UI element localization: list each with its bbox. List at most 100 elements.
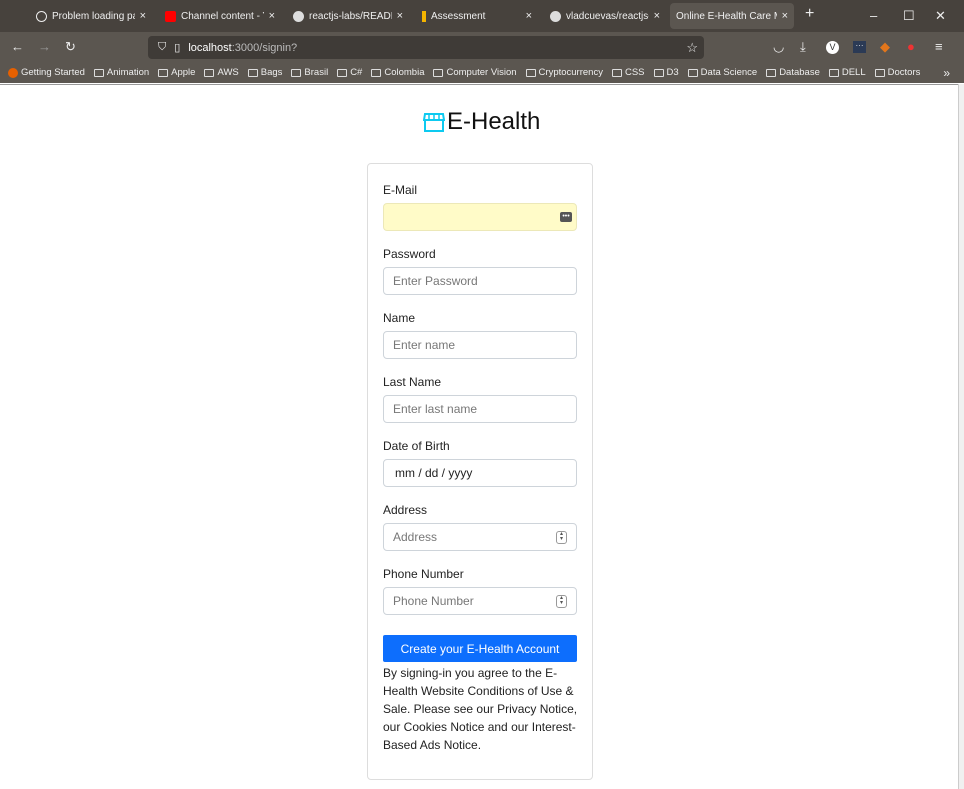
bookmark-folder[interactable]: DELL <box>828 67 866 78</box>
bookmark-folder[interactable]: CSS <box>611 67 645 78</box>
close-tab-icon[interactable]: × <box>654 10 660 22</box>
bookmark-getting-started[interactable]: Getting Started <box>8 67 85 78</box>
reload-icon[interactable]: ↻ <box>65 39 76 55</box>
close-tab-icon[interactable]: × <box>526 10 532 22</box>
bookmark-label: AWS <box>217 67 239 78</box>
minimize-icon[interactable]: – <box>870 8 877 23</box>
password-manager-icon[interactable]: ••• <box>560 212 572 222</box>
shield-icon[interactable]: ⛉ <box>158 41 166 54</box>
app-logo[interactable]: E-Health <box>423 108 540 136</box>
folder-icon <box>93 68 104 77</box>
close-window-icon[interactable]: ✕ <box>935 8 946 24</box>
tab-label: Channel content - Yo <box>181 10 264 22</box>
bookmark-folder[interactable]: C# <box>337 67 362 78</box>
close-tab-icon[interactable]: × <box>782 10 788 22</box>
folder-icon <box>525 68 536 77</box>
bookmark-folder[interactable]: Database <box>766 67 820 78</box>
app-title: E-Health <box>447 108 541 135</box>
bookmark-folder[interactable]: Brasil <box>291 67 328 78</box>
bookmark-folder[interactable]: Computer Vision <box>433 67 517 78</box>
bookmark-label: Computer Vision <box>446 67 517 78</box>
password-label: Password <box>383 247 436 261</box>
extension-red-icon[interactable]: ● <box>907 39 915 54</box>
dob-field[interactable]: mm / dd / yyyy <box>383 459 577 487</box>
tab-bar: Problem loading pag × Channel content - Y… <box>0 0 964 32</box>
info-icon <box>36 10 47 22</box>
bookmark-folder[interactable]: D3 <box>653 67 679 78</box>
bookmarks-bar: Getting Started Animation Apple AWS Bags… <box>0 62 964 83</box>
bookmark-label: Cryptocurrency <box>538 67 603 78</box>
placeholder: Phone Number <box>393 594 474 608</box>
folder-icon <box>371 68 382 77</box>
password-field[interactable]: Enter Password <box>383 267 577 295</box>
spinner-icon[interactable]: ▴ ▾ <box>556 595 567 608</box>
bookmark-folder[interactable]: Apple <box>158 67 195 78</box>
phone-label: Phone Number <box>383 567 464 581</box>
folder-icon <box>433 68 444 77</box>
menu-icon[interactable]: ≡ <box>935 39 943 54</box>
tab-readme[interactable]: reactjs-labs/README × <box>287 3 409 29</box>
folder-icon <box>204 68 215 77</box>
folder-icon <box>874 68 885 77</box>
tab-assessment[interactable]: Assessment × <box>416 3 538 29</box>
bookmark-folder[interactable]: Data Science <box>687 67 758 78</box>
tab-problem-loading[interactable]: Problem loading pag × <box>30 3 152 29</box>
folder-icon <box>687 68 698 77</box>
star-icon[interactable]: ☆ <box>686 40 698 56</box>
address-bar[interactable]: ⛉ ▯ localhost:3000/signin? ☆ <box>148 36 704 59</box>
bookmark-label: Apple <box>171 67 196 78</box>
close-tab-icon[interactable]: × <box>140 10 146 22</box>
name-field[interactable]: Enter name <box>383 331 577 359</box>
bookmark-folder[interactable]: Colombia <box>371 67 424 78</box>
bookmark-label: C# <box>350 67 363 78</box>
folder-icon <box>766 68 777 77</box>
bookmark-label: DELL <box>841 67 866 78</box>
create-account-button[interactable]: Create your E-Health Account <box>383 635 577 662</box>
address-label: Address <box>383 503 428 517</box>
forward-icon[interactable]: → <box>38 39 51 54</box>
last-name-field[interactable]: Enter last name <box>383 395 577 423</box>
close-tab-icon[interactable]: × <box>397 10 403 22</box>
folder-icon <box>653 68 664 77</box>
url-path: :3000/signin? <box>231 41 298 54</box>
placeholder: Address <box>393 530 438 544</box>
placeholder: Enter name <box>393 338 456 352</box>
shop-icon <box>423 113 445 132</box>
maximize-icon[interactable]: ☐ <box>903 8 915 24</box>
extension-dots-icon[interactable]: ··· <box>853 41 866 53</box>
folder-icon <box>158 68 169 77</box>
tab-ehealth[interactable]: Online E-Health Care Ma × <box>670 3 794 29</box>
tab-vladcuevas[interactable]: vladcuevas/reactjs-lab × <box>544 3 666 29</box>
tab-label: Problem loading pag <box>52 10 135 22</box>
bookmark-folder[interactable]: Animation <box>93 67 150 78</box>
bookmark-label: D3 <box>666 67 679 78</box>
bookmark-folder[interactable]: Doctors <box>874 67 920 78</box>
tab-label: Online E-Health Care Ma <box>676 10 777 22</box>
address-field[interactable]: Address ▴ ▾ <box>383 523 577 551</box>
bookmark-folder[interactable]: AWS <box>204 67 239 78</box>
pocket-icon[interactable]: ◡ <box>773 39 784 55</box>
close-tab-icon[interactable]: × <box>269 10 275 22</box>
tab-youtube[interactable]: Channel content - Yo × <box>159 3 281 29</box>
bookmark-folder[interactable]: Bags <box>247 67 282 78</box>
bookmark-label: Animation <box>106 67 150 78</box>
metamask-icon[interactable]: ◆ <box>880 39 890 55</box>
email-field[interactable]: ••• <box>383 203 577 231</box>
assessment-icon <box>422 10 426 22</box>
new-tab-icon[interactable]: + <box>805 5 814 23</box>
url-host: localhost <box>188 41 232 54</box>
bookmark-label: Getting Started <box>21 67 85 78</box>
more-bookmarks-icon[interactable]: » <box>943 66 950 80</box>
phone-field[interactable]: Phone Number ▴ ▾ <box>383 587 577 615</box>
dob-label: Date of Birth <box>383 439 450 453</box>
download-icon[interactable]: ⤓ <box>800 39 806 55</box>
bookmark-folder[interactable]: Cryptocurrency <box>525 67 603 78</box>
spinner-icon[interactable]: ▴ ▾ <box>556 531 567 544</box>
page-icon: ▯ <box>174 42 181 54</box>
folder-icon <box>828 68 839 77</box>
extension-v-icon[interactable]: V <box>826 41 839 54</box>
bookmark-label: Data Science <box>700 67 758 78</box>
youtube-icon <box>165 10 176 22</box>
back-icon[interactable]: ← <box>11 39 24 54</box>
scrollbar[interactable] <box>958 84 964 789</box>
